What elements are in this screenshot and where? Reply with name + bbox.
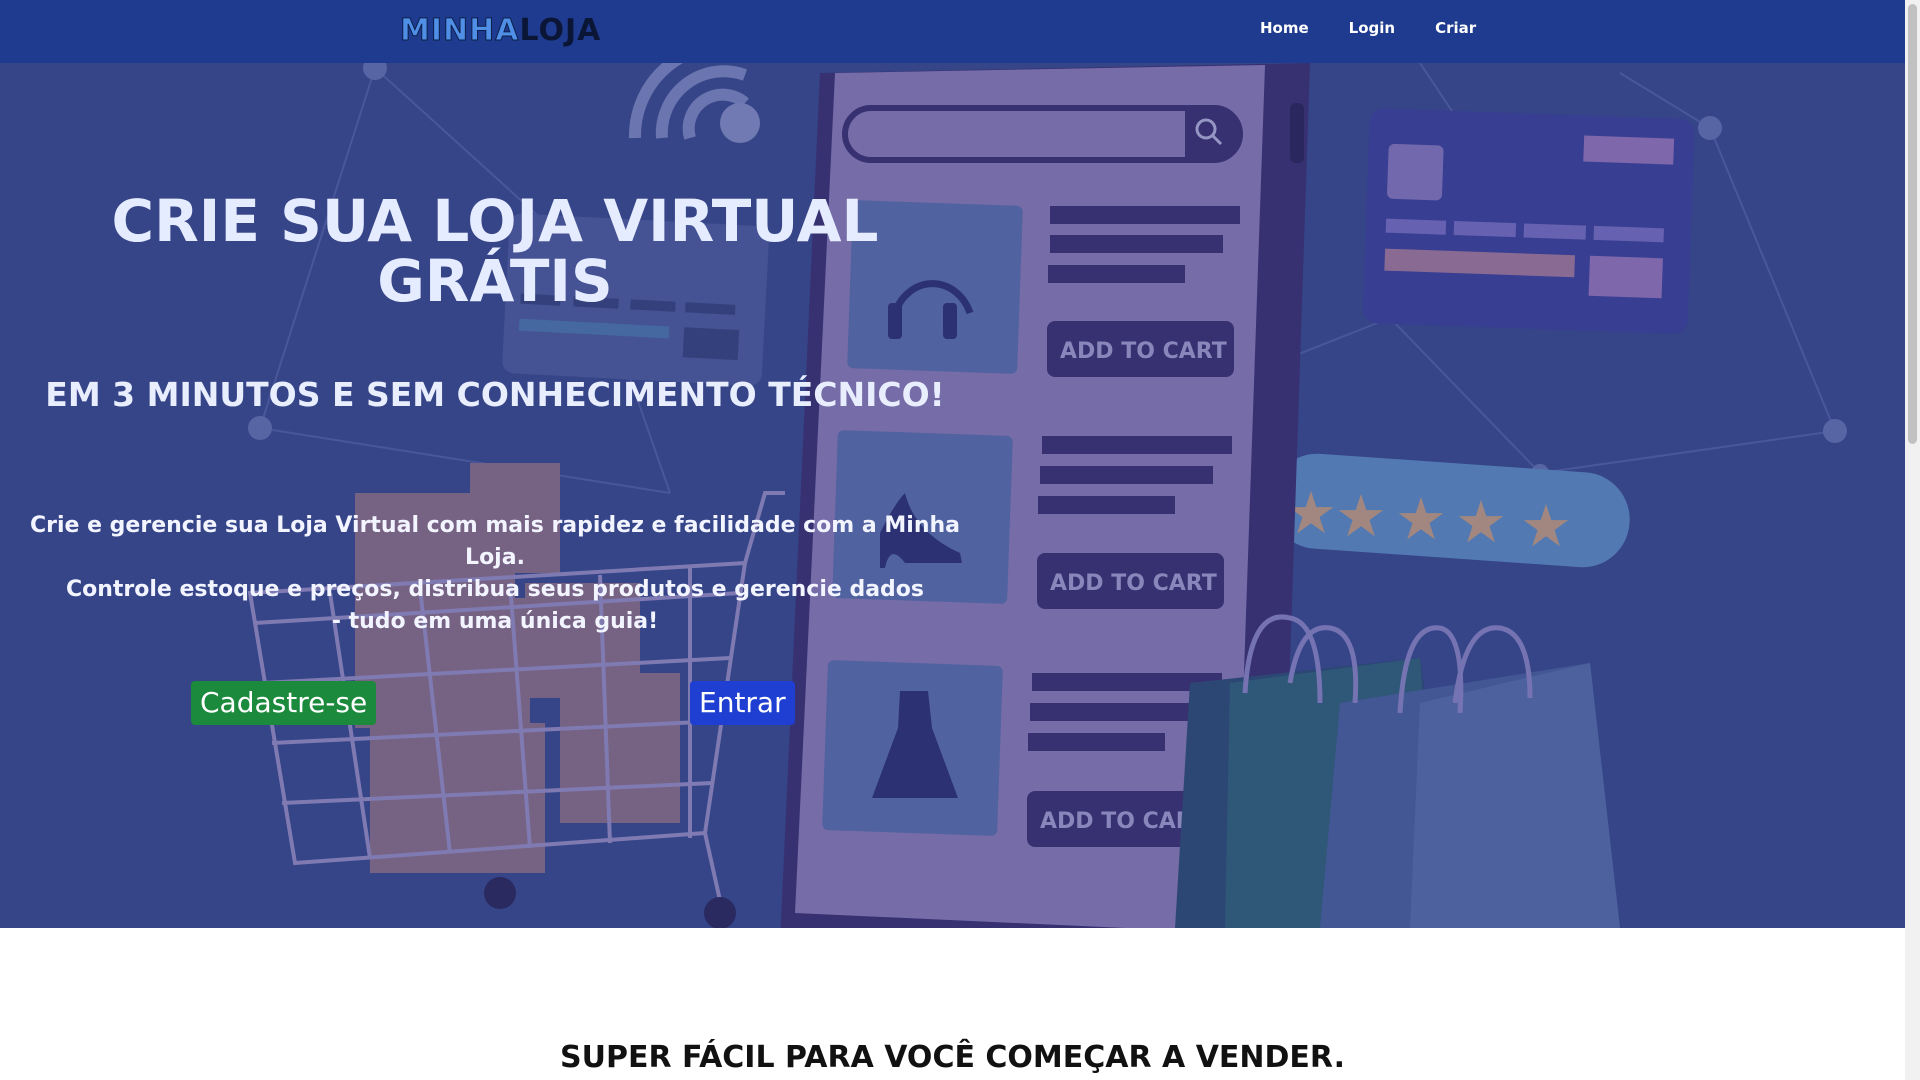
- nav-home-link[interactable]: Home: [1260, 19, 1309, 37]
- logo-part-loja: LOJA: [519, 13, 602, 48]
- hero-section: ★ ★ ★ ★ ★ ADD TO CART ADD TO CART ADD TO…: [0, 63, 1905, 928]
- enter-button[interactable]: Entrar: [690, 681, 795, 725]
- signup-button[interactable]: Cadastre-se: [191, 681, 377, 725]
- logo[interactable]: MINHALOJA: [399, 13, 602, 48]
- hero-title-line1: CRIE SUA LOJA VIRTUAL: [111, 187, 879, 255]
- page: MINHALOJA Home Login Criar ★ ★ ★ ★ ★ ADD…: [0, 0, 1920, 1080]
- nav-links: Home Login Criar: [1260, 19, 1476, 37]
- hero-description: Crie e gerencie sua Loja Virtual com mai…: [20, 510, 970, 638]
- page-scrollbar[interactable]: [1905, 0, 1920, 1080]
- nav-login-link[interactable]: Login: [1349, 19, 1395, 37]
- hero-desc-line3: - tudo em uma única guia!: [331, 609, 659, 634]
- hero-desc-line1: Crie e gerencie sua Loja Virtual com mai…: [29, 513, 960, 570]
- section-title: SUPER FÁCIL PARA VOCÊ COMEÇAR A VENDER.: [560, 1040, 1345, 1075]
- hero-subtitle: EM 3 MINUTOS E SEM CONHECIMENTO TÉCNICO!: [45, 375, 945, 414]
- hero-title: CRIE SUA LOJA VIRTUAL GRÁTIS: [70, 191, 920, 311]
- logo-part-minha: MINHA: [399, 13, 520, 48]
- nav-criar-link[interactable]: Criar: [1435, 19, 1476, 37]
- hero-desc-line2: Controle estoque e preços, distribua seu…: [65, 577, 925, 602]
- scrollbar-thumb[interactable]: [1908, 4, 1917, 444]
- hero-title-line2: GRÁTIS: [377, 247, 613, 315]
- navbar: MINHALOJA Home Login Criar: [0, 0, 1905, 63]
